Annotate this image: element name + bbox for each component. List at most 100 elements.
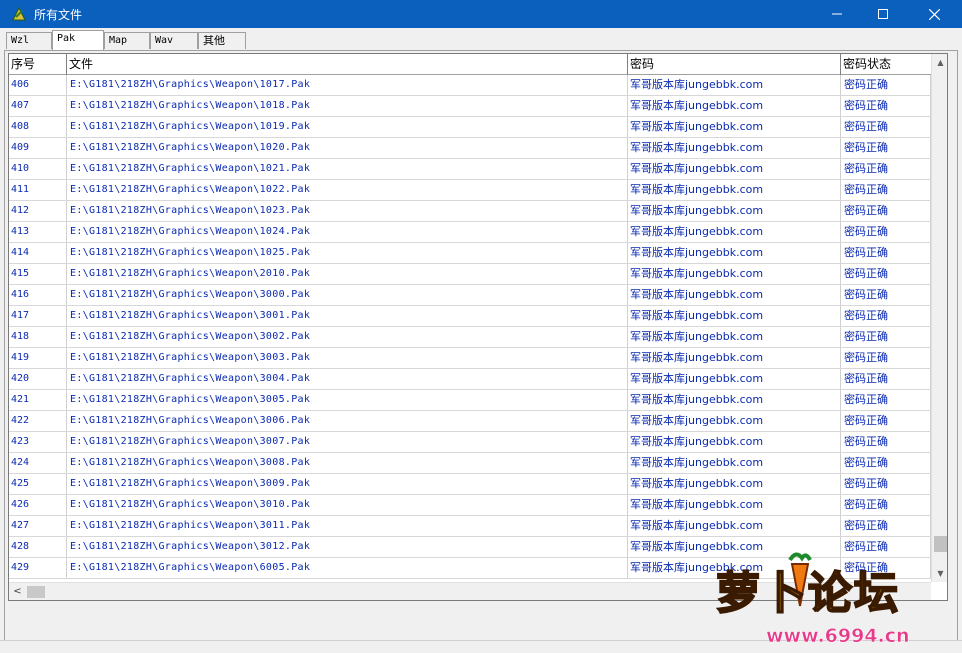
tab-wzl[interactable]: Wzl (6, 32, 52, 49)
maximize-button[interactable] (860, 0, 906, 28)
cell-password: 军哥版本库jungebbk.com (628, 222, 841, 242)
scroll-up-icon[interactable]: ▲ (932, 54, 947, 71)
cell-index: 420 (9, 369, 67, 389)
tab-label: Pak (57, 33, 76, 44)
cell-file: E:\G181\218ZH\Graphics\Weapon\3003.Pak (67, 348, 628, 368)
column-header-index[interactable]: 序号 (9, 54, 67, 75)
tab-other[interactable]: 其他 (198, 32, 246, 49)
minimize-button[interactable] (814, 0, 860, 28)
cell-password: 军哥版本库jungebbk.com (628, 495, 841, 515)
cell-password: 军哥版本库jungebbk.com (628, 117, 841, 137)
table-row[interactable]: 425 E:\G181\218ZH\Graphics\Weapon\3009.Pa… (9, 474, 931, 495)
vertical-scrollbar[interactable]: ▲ ▼ (931, 54, 947, 582)
cell-password-status: 密码正确 (841, 327, 931, 347)
cell-password-status: 密码正确 (841, 348, 931, 368)
cell-file: E:\G181\218ZH\Graphics\Weapon\1025.Pak (67, 243, 628, 263)
cell-file: E:\G181\218ZH\Graphics\Weapon\1018.Pak (67, 96, 628, 116)
table-row[interactable]: 414 E:\G181\218ZH\Graphics\Weapon\1025.Pa… (9, 243, 931, 264)
table-row[interactable]: 422 E:\G181\218ZH\Graphics\Weapon\3006.Pa… (9, 411, 931, 432)
column-header-file[interactable]: 文件 (67, 54, 628, 75)
table-row[interactable]: 410 E:\G181\218ZH\Graphics\Weapon\1021.Pa… (9, 159, 931, 180)
cell-password-status: 密码正确 (841, 201, 931, 221)
cell-password: 军哥版本库jungebbk.com (628, 327, 841, 347)
cell-index: 428 (9, 537, 67, 557)
cell-index: 407 (9, 96, 67, 116)
cell-index: 417 (9, 306, 67, 326)
cell-password: 军哥版本库jungebbk.com (628, 159, 841, 179)
table-row[interactable]: 427 E:\G181\218ZH\Graphics\Weapon\3011.Pa… (9, 516, 931, 537)
tab-label: Map (109, 35, 128, 46)
cell-file: E:\G181\218ZH\Graphics\Weapon\3002.Pak (67, 327, 628, 347)
cell-file: E:\G181\218ZH\Graphics\Weapon\3001.Pak (67, 306, 628, 326)
table-row[interactable]: 416 E:\G181\218ZH\Graphics\Weapon\3000.Pa… (9, 285, 931, 306)
cell-password-status: 密码正确 (841, 411, 931, 431)
table-row[interactable]: 419 E:\G181\218ZH\Graphics\Weapon\3003.Pa… (9, 348, 931, 369)
tab-map[interactable]: Map (104, 32, 150, 49)
tab-strip: Wzl Pak Map Wav 其他 (4, 30, 958, 50)
table-row[interactable]: 417 E:\G181\218ZH\Graphics\Weapon\3001.Pa… (9, 306, 931, 327)
table-row[interactable]: 426 E:\G181\218ZH\Graphics\Weapon\3010.Pa… (9, 495, 931, 516)
cell-file: E:\G181\218ZH\Graphics\Weapon\1021.Pak (67, 159, 628, 179)
table-row[interactable]: 407 E:\G181\218ZH\Graphics\Weapon\1018.Pa… (9, 96, 931, 117)
table-row[interactable]: 418 E:\G181\218ZH\Graphics\Weapon\3002.Pa… (9, 327, 931, 348)
table-row[interactable]: 408 E:\G181\218ZH\Graphics\Weapon\1019.Pa… (9, 117, 931, 138)
table-row[interactable]: 420 E:\G181\218ZH\Graphics\Weapon\3004.Pa… (9, 369, 931, 390)
table-row[interactable]: 411 E:\G181\218ZH\Graphics\Weapon\1022.Pa… (9, 180, 931, 201)
table-row[interactable]: 423 E:\G181\218ZH\Graphics\Weapon\3007.Pa… (9, 432, 931, 453)
cell-file: E:\G181\218ZH\Graphics\Weapon\3006.Pak (67, 411, 628, 431)
cell-index: 424 (9, 453, 67, 473)
table-header: 序号 文件 密码 密码状态 (9, 54, 931, 75)
close-button[interactable] (906, 0, 962, 28)
cell-password: 军哥版本库jungebbk.com (628, 390, 841, 410)
cell-password: 军哥版本库jungebbk.com (628, 306, 841, 326)
cell-index: 414 (9, 243, 67, 263)
table-row[interactable]: 415 E:\G181\218ZH\Graphics\Weapon\2010.Pa… (9, 264, 931, 285)
cell-password-status: 密码正确 (841, 264, 931, 284)
cell-index: 412 (9, 201, 67, 221)
cell-password-status: 密码正确 (841, 390, 931, 410)
cell-password: 军哥版本库jungebbk.com (628, 516, 841, 536)
title-bar[interactable]: 所有文件 (0, 0, 962, 28)
table-row[interactable]: 424 E:\G181\218ZH\Graphics\Weapon\3008.Pa… (9, 453, 931, 474)
cell-index: 413 (9, 222, 67, 242)
column-header-password-status[interactable]: 密码状态 (841, 54, 931, 75)
maximize-icon (878, 9, 888, 19)
file-table: 序号 文件 密码 密码状态 406 E:\G181\218ZH\Graphics\… (8, 53, 948, 601)
cell-password-status: 密码正确 (841, 369, 931, 389)
cell-index: 411 (9, 180, 67, 200)
cell-index: 409 (9, 138, 67, 158)
cell-index: 426 (9, 495, 67, 515)
cell-password-status: 密码正确 (841, 138, 931, 158)
app-icon (12, 6, 26, 21)
table-row[interactable]: 406 E:\G181\218ZH\Graphics\Weapon\1017.Pa… (9, 75, 931, 96)
horizontal-scroll-thumb[interactable] (27, 586, 45, 598)
cell-index: 415 (9, 264, 67, 284)
cell-file: E:\G181\218ZH\Graphics\Weapon\1024.Pak (67, 222, 628, 242)
cell-index: 429 (9, 558, 67, 578)
cell-password: 军哥版本库jungebbk.com (628, 243, 841, 263)
cell-file: E:\G181\218ZH\Graphics\Weapon\3008.Pak (67, 453, 628, 473)
cell-password-status: 密码正确 (841, 432, 931, 452)
cell-password-status: 密码正确 (841, 117, 931, 137)
cell-password: 军哥版本库jungebbk.com (628, 411, 841, 431)
tab-label: Wav (155, 35, 174, 46)
cell-password-status: 密码正确 (841, 474, 931, 494)
table-row[interactable]: 421 E:\G181\218ZH\Graphics\Weapon\3005.Pa… (9, 390, 931, 411)
cell-index: 406 (9, 75, 67, 95)
scroll-left-icon[interactable]: < (9, 583, 26, 600)
cell-password: 军哥版本库jungebbk.com (628, 96, 841, 116)
tab-pak[interactable]: Pak (52, 30, 104, 50)
cell-file: E:\G181\218ZH\Graphics\Weapon\1023.Pak (67, 201, 628, 221)
cell-file: E:\G181\218ZH\Graphics\Weapon\3000.Pak (67, 285, 628, 305)
table-row[interactable]: 413 E:\G181\218ZH\Graphics\Weapon\1024.Pa… (9, 222, 931, 243)
cell-file: E:\G181\218ZH\Graphics\Weapon\2010.Pak (67, 264, 628, 284)
tab-wav[interactable]: Wav (150, 32, 198, 49)
app-window: 所有文件 Wzl Pak Map Wav 其他 序号 文件 密码 密码状态 40… (0, 0, 962, 653)
cell-password-status: 密码正确 (841, 75, 931, 95)
cell-file: E:\G181\218ZH\Graphics\Weapon\3007.Pak (67, 432, 628, 452)
cell-password: 军哥版本库jungebbk.com (628, 474, 841, 494)
table-row[interactable]: 409 E:\G181\218ZH\Graphics\Weapon\1020.Pa… (9, 138, 931, 159)
window-title: 所有文件 (34, 8, 83, 22)
column-header-password[interactable]: 密码 (628, 54, 841, 75)
table-row[interactable]: 412 E:\G181\218ZH\Graphics\Weapon\1023.Pa… (9, 201, 931, 222)
